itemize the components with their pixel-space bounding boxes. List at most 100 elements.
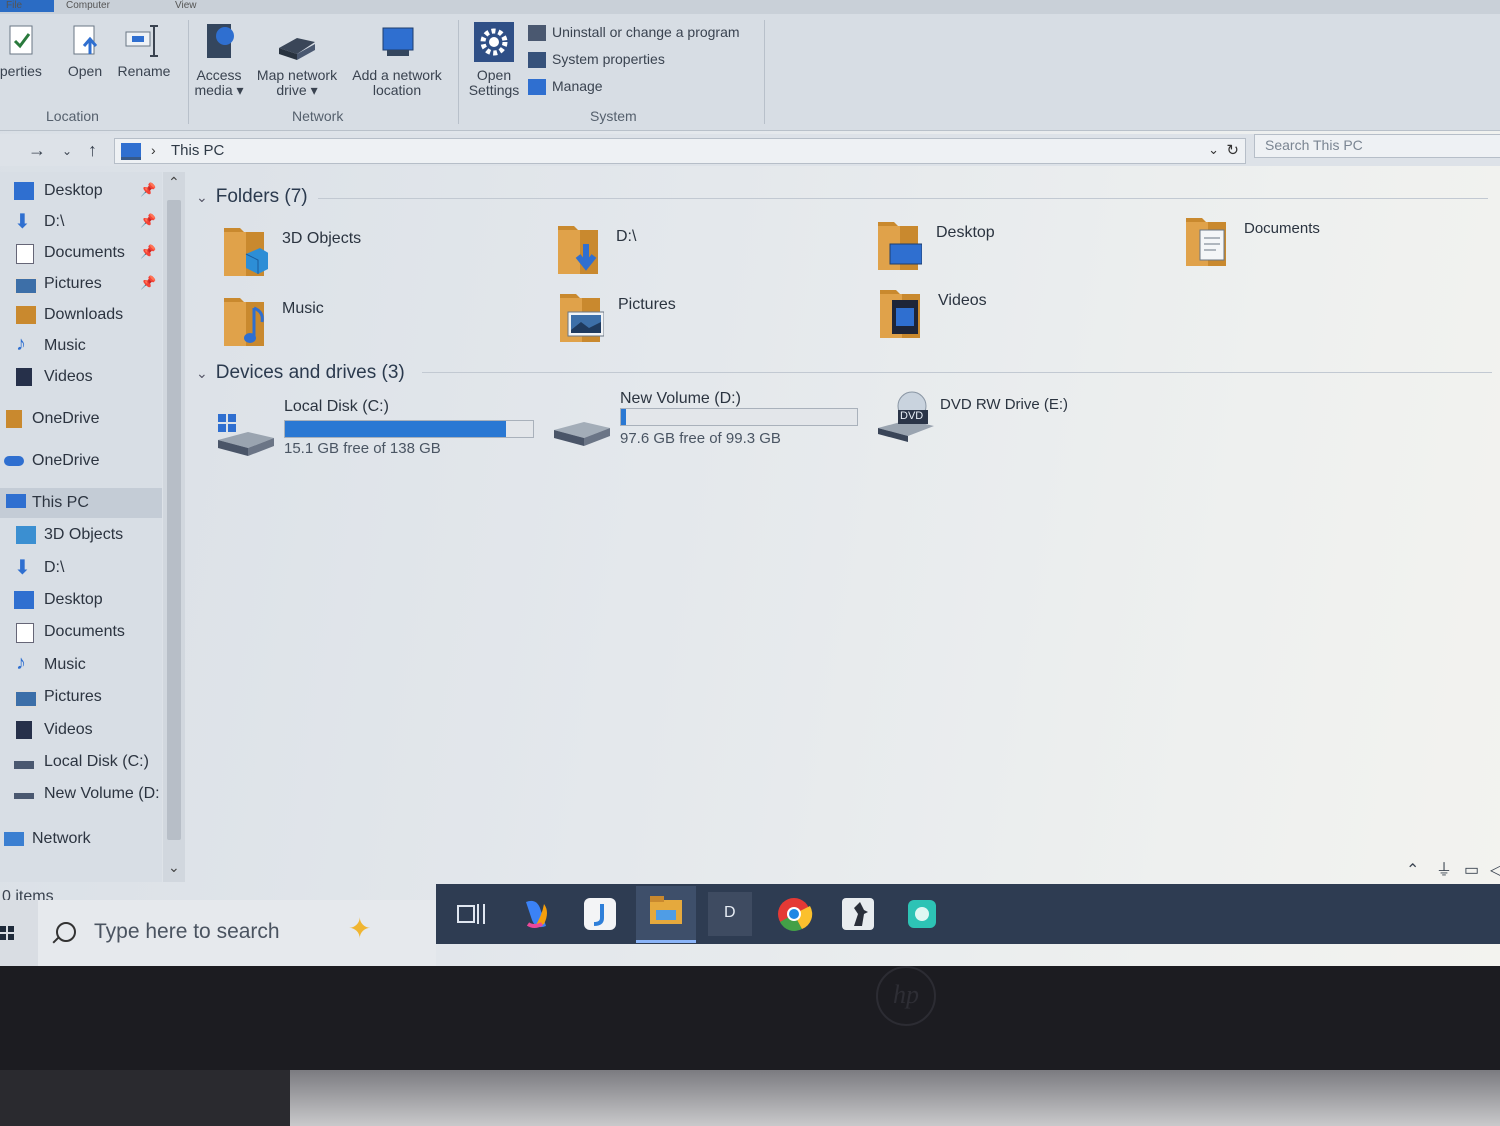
folders-section-header[interactable]: ⌄ Folders (7) [196,186,308,208]
access-media-label-2: media ▾ [194,82,244,98]
sidebar-item-pc-documents[interactable]: Documents [0,619,162,645]
sidebar-item-pc-music[interactable]: ♪ Music [0,652,162,678]
teal-app-icon[interactable] [900,892,944,936]
sidebar-item-pc-pictures[interactable]: Pictures [0,684,162,710]
drive-local-disk-c[interactable]: Local Disk (C:) 15.1 GB free of 138 GB [216,396,536,466]
chrome-icon[interactable] [772,892,816,936]
windows-start-icon[interactable] [0,926,14,952]
sidebar-item-pc-d-drive[interactable]: ⬇ D:\ [0,555,162,581]
add-network-location-button[interactable]: Add a network location [346,24,448,98]
sidebar-item-music[interactable]: ♪ Music [0,333,162,359]
java-icon[interactable] [578,892,622,936]
tab-file[interactable]: File [0,0,54,12]
folder-icon [6,410,22,428]
chevron-down-icon[interactable]: ⌄ [196,365,208,382]
pin-icon[interactable]: 📌 [140,213,156,229]
folder-videos[interactable]: Videos [878,286,1178,350]
system-properties-button[interactable]: System properties [528,51,665,69]
breadcrumb-this-pc[interactable]: This PC [171,142,224,159]
sidebar-item-downloads[interactable]: Downloads [0,302,162,328]
sidebar-item-new-volume-d[interactable]: New Volume (D: [0,781,162,807]
sidebar-item-videos[interactable]: Videos [0,364,162,390]
uninstall-program-button[interactable]: Uninstall or change a program [528,24,740,42]
drive-new-volume-d[interactable]: New Volume (D:) 97.6 GB free of 99.3 GB [552,388,872,458]
folder-pictures[interactable]: Pictures [558,290,858,354]
sidebar-item-local-disk-c[interactable]: Local Disk (C:) [0,749,162,775]
sidebar-item-onedrive-personal[interactable]: OneDrive [0,406,162,432]
folder-music[interactable]: Music [222,294,522,358]
pin-icon[interactable]: 📌 [140,244,156,260]
rename-button[interactable]: Rename [114,24,174,79]
sidebar-item-pc-desktop[interactable]: Desktop [0,587,162,613]
pin-icon[interactable]: 📌 [140,275,156,291]
drive-label: New Volume (D:) [620,390,741,407]
address-bar[interactable]: › This PC ⌄ ↻ [114,138,1246,164]
folder-3d-objects[interactable]: 3D Objects [222,224,522,288]
up-arrow-icon[interactable]: ↑ [88,140,97,161]
map-drive-label-1: Map network [256,67,338,83]
taskbar-search-box[interactable]: Type here to search ✦ [38,900,436,966]
manage-button[interactable]: Manage [528,78,603,96]
pin-icon[interactable]: 📌 [140,182,156,198]
music-icon: ♪ [16,652,26,674]
sidebar-item-documents[interactable]: Documents 📌 [0,240,162,266]
speaker-icon[interactable]: ◁ [1490,860,1500,880]
usb-icon[interactable]: ⏚ [1436,856,1452,880]
breadcrumb-chevron-icon[interactable]: › [151,142,156,158]
scroll-thumb[interactable] [167,200,181,840]
folder-label: Music [282,300,324,317]
counter-strike-icon[interactable] [836,892,880,936]
recent-locations-chevron-icon[interactable]: ⌄ [62,144,72,158]
tab-view[interactable]: View [175,0,197,12]
folder-label: Videos [938,292,987,309]
access-media-button[interactable]: Access media ▾ [192,22,246,98]
add-location-label-1: Add a network [352,67,442,83]
sidebar-item-onedrive[interactable]: OneDrive [0,448,162,474]
folders-header-label: Folders (7) [215,186,308,207]
sidebar-item-d-drive[interactable]: ⬇ D:\ 📌 [0,209,162,235]
screen: File Computer View Properties Open Renam… [0,0,1500,966]
map-network-drive-button[interactable]: Map network drive ▾ [250,24,344,98]
hp-logo: hp [876,966,936,1026]
drive-label: Local Disk (C:) [284,398,389,415]
uninstall-label: Uninstall or change a program [552,24,740,40]
sidebar-item-desktop[interactable]: Desktop 📌 [0,178,162,204]
open-button[interactable]: Open [62,24,108,79]
d-app-icon[interactable]: D [708,892,752,936]
folder-d-drive[interactable]: D:\ [556,222,856,286]
task-view-icon[interactable] [450,892,494,936]
properties-button[interactable]: Properties [0,24,54,79]
sidebar-item-label: Documents [44,623,125,640]
folder-documents[interactable]: Documents [1184,214,1484,278]
open-settings-button[interactable]: Open Settings [464,22,524,98]
sidebar-scrollbar[interactable]: ⌃ ⌄ [163,172,185,882]
chevron-up-icon[interactable]: ⌃ [1406,860,1419,880]
system-group-label: System [590,108,637,124]
refresh-icon[interactable]: ↻ [1226,141,1239,159]
battery-icon[interactable]: ▭ [1464,860,1479,880]
chevron-down-icon[interactable]: ⌄ [1208,142,1219,158]
tab-computer[interactable]: Computer [66,0,110,12]
copilot-icon[interactable] [514,892,558,936]
file-explorer-icon[interactable] [636,886,696,943]
search-input[interactable]: Search This PC [1254,134,1500,158]
sidebar-item-label: Downloads [44,306,124,323]
sidebar-item-3d-objects[interactable]: 3D Objects [0,522,162,548]
download-arrow-icon: ⬇ [14,557,31,579]
chevron-down-icon[interactable]: ⌄ [196,189,208,206]
sidebar-item-pc-videos[interactable]: Videos [0,717,162,743]
sidebar-item-label: Pictures [44,688,102,705]
sidebar-item-this-pc[interactable]: This PC [0,488,162,518]
cloud-icon [4,456,24,466]
content-area: ⌄ Folders (7) 3D Objects D:\ Desktop Docu… [188,172,1500,872]
folder-desktop[interactable]: Desktop [876,218,1176,282]
sidebar-item-network[interactable]: Network [0,826,162,852]
forward-arrow-icon[interactable]: → [28,140,46,161]
drive-usage-bar [620,408,858,426]
chevron-up-icon[interactable]: ⌃ [168,174,180,191]
drives-section-header[interactable]: ⌄ Devices and drives (3) [196,362,405,384]
drive-usage-fill [621,409,626,425]
sidebar-item-pictures[interactable]: Pictures 📌 [0,271,162,297]
location-group-label: Location [46,108,99,124]
drive-dvd-rw-e[interactable]: DVD DVD RW Drive (E:) [876,388,1196,458]
